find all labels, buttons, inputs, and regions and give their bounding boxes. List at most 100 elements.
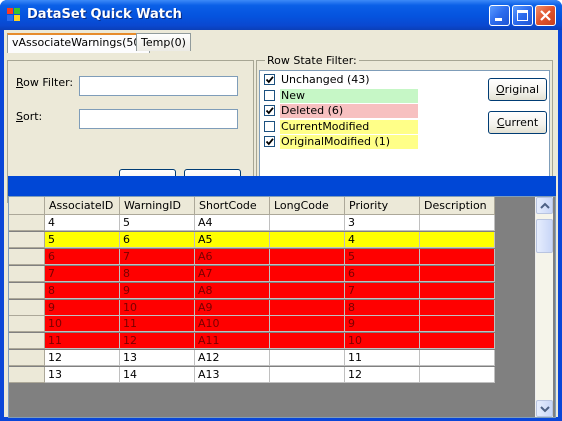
table-cell[interactable]: A11	[195, 333, 270, 350]
row-state-item[interactable]: New	[262, 88, 418, 103]
scroll-down-button[interactable]	[536, 400, 553, 417]
table-cell[interactable]: 10	[45, 316, 120, 333]
column-header[interactable]: AssociateID	[45, 197, 120, 215]
row-state-checkbox[interactable]	[264, 74, 275, 85]
row-state-checkbox[interactable]	[264, 105, 275, 116]
table-cell[interactable]	[420, 299, 495, 316]
table-cell[interactable]: 9	[45, 299, 120, 316]
column-header[interactable]: Priority	[345, 197, 420, 215]
table-cell[interactable]: 11	[345, 350, 420, 367]
table-cell[interactable]: 7	[120, 248, 195, 265]
row-header[interactable]	[9, 316, 45, 333]
row-filter-input[interactable]	[79, 76, 238, 96]
row-state-item[interactable]: Unchanged (43)	[262, 72, 418, 87]
table-cell[interactable]: A8	[195, 282, 270, 299]
vertical-scrollbar[interactable]	[535, 197, 553, 417]
table-cell[interactable]: 9	[345, 316, 420, 333]
table-cell[interactable]: 10	[120, 299, 195, 316]
original-button[interactable]: Original	[488, 78, 547, 101]
table-cell[interactable]: 6	[345, 265, 420, 282]
row-state-item[interactable]: CurrentModified	[262, 119, 418, 134]
row-header[interactable]	[9, 282, 45, 299]
table-cell[interactable]	[270, 215, 345, 231]
table-cell[interactable]: 5	[345, 248, 420, 265]
table-cell[interactable]: A12	[195, 350, 270, 367]
row-header[interactable]	[9, 350, 45, 367]
table-cell[interactable]	[270, 282, 345, 299]
table-cell[interactable]	[270, 367, 345, 384]
row-state-checkbox[interactable]	[264, 136, 275, 147]
table-cell[interactable]: A4	[195, 215, 270, 231]
row-header[interactable]	[9, 367, 45, 384]
table-cell[interactable]: 6	[120, 231, 195, 248]
table-cell[interactable]: 5	[120, 215, 195, 231]
table-cell[interactable]: 8	[345, 299, 420, 316]
table-cell[interactable]: 6	[45, 248, 120, 265]
table-cell[interactable]: 13	[45, 367, 120, 384]
grid-corner-header[interactable]	[9, 197, 45, 215]
minimize-button[interactable]	[489, 5, 510, 26]
table-cell[interactable]: 8	[45, 282, 120, 299]
tab-vassociatewarnings[interactable]: vAssociateWarnings(50)	[7, 33, 150, 53]
scroll-up-button[interactable]	[536, 197, 553, 214]
row-header[interactable]	[9, 248, 45, 265]
data-grid[interactable]: AssociateID WarningID ShortCode LongCode Pri…	[8, 196, 556, 418]
row-state-item[interactable]: OriginalModified (1)	[262, 134, 418, 149]
table-cell[interactable]: 7	[45, 265, 120, 282]
table-cell[interactable]: 12	[120, 333, 195, 350]
table-cell[interactable]: 14	[120, 367, 195, 384]
table-cell[interactable]	[420, 231, 495, 248]
table-cell[interactable]: 13	[120, 350, 195, 367]
column-header[interactable]: ShortCode	[195, 197, 270, 215]
table-cell[interactable]: A7	[195, 265, 270, 282]
current-button[interactable]: Current	[488, 111, 547, 134]
table-cell[interactable]	[270, 316, 345, 333]
table-cell[interactable]	[420, 350, 495, 367]
maximize-button[interactable]	[512, 5, 533, 26]
tab-temp[interactable]: Temp(0)	[136, 33, 191, 51]
table-cell[interactable]: 9	[120, 282, 195, 299]
table-cell[interactable]: 12	[345, 367, 420, 384]
table-cell[interactable]: 12	[45, 350, 120, 367]
column-header[interactable]: WarningID	[120, 197, 195, 215]
table-cell[interactable]: A5	[195, 231, 270, 248]
table-cell[interactable]: 10	[345, 333, 420, 350]
row-header[interactable]	[9, 333, 45, 350]
sort-input[interactable]	[79, 109, 238, 129]
table-cell[interactable]	[420, 333, 495, 350]
table-cell[interactable]: A9	[195, 299, 270, 316]
row-header[interactable]	[9, 299, 45, 316]
table-cell[interactable]	[420, 367, 495, 384]
table-cell[interactable]	[420, 316, 495, 333]
table-cell[interactable]: 11	[120, 316, 195, 333]
table-cell[interactable]	[420, 248, 495, 265]
table-cell[interactable]	[270, 333, 345, 350]
row-state-item[interactable]: Deleted (6)	[262, 103, 418, 118]
row-header[interactable]	[9, 265, 45, 282]
table-cell[interactable]	[420, 215, 495, 231]
table-cell[interactable]: A10	[195, 316, 270, 333]
table-cell[interactable]	[420, 265, 495, 282]
close-button[interactable]	[535, 5, 556, 26]
table-cell[interactable]	[270, 248, 345, 265]
row-header[interactable]	[9, 215, 45, 231]
column-header[interactable]: LongCode	[270, 197, 345, 215]
table-cell[interactable]: A13	[195, 367, 270, 384]
row-header[interactable]	[9, 231, 45, 248]
table-cell[interactable]: 3	[345, 215, 420, 231]
table-cell[interactable]	[270, 299, 345, 316]
table-cell[interactable]: 11	[45, 333, 120, 350]
table-cell[interactable]: A6	[195, 248, 270, 265]
scroll-thumb[interactable]	[536, 219, 553, 253]
table-cell[interactable]	[420, 282, 495, 299]
row-state-checkbox[interactable]	[264, 89, 275, 101]
table-cell[interactable]: 5	[45, 231, 120, 248]
table-cell[interactable]: 7	[345, 282, 420, 299]
table-cell[interactable]	[270, 350, 345, 367]
table-cell[interactable]: 4	[345, 231, 420, 248]
row-state-checkbox[interactable]	[264, 120, 275, 132]
table-cell[interactable]: 4	[45, 215, 120, 231]
column-header[interactable]: Description	[420, 197, 495, 215]
table-cell[interactable]	[270, 265, 345, 282]
title-bar[interactable]: DataSet Quick Watch	[0, 0, 562, 30]
